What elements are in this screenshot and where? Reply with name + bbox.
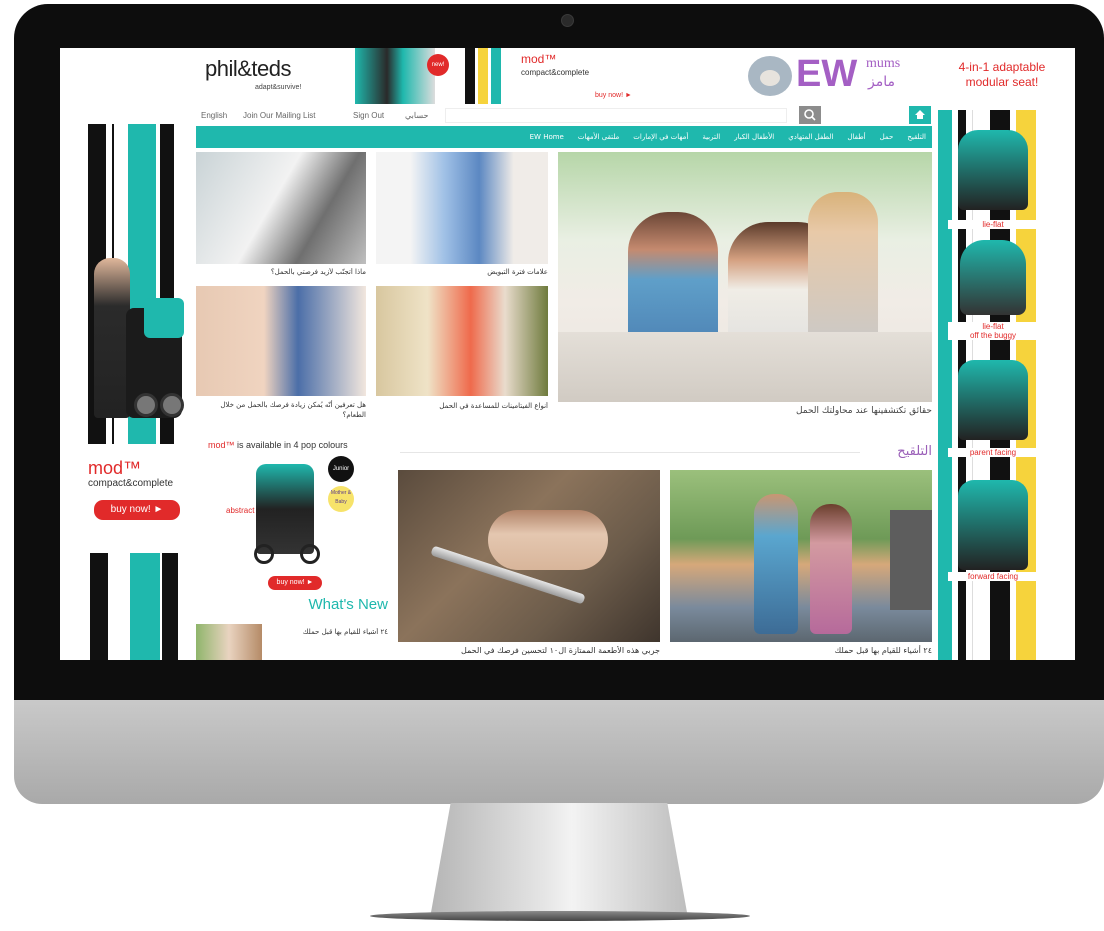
bbq-person-2 [810,504,852,634]
right-ad-label-1: lie-flat [948,220,1038,229]
menu-item[interactable]: التلقيح [907,133,926,141]
whats-new-title: What's New [308,596,388,613]
left-ad-sub: compact&complete [88,478,174,489]
mother-baby-badge: Mother & Baby [328,486,354,512]
article-image-2[interactable] [376,152,548,264]
header-ad-buy[interactable]: buy now! ► [595,92,632,99]
search-button[interactable] [799,106,821,124]
stroller-lie-flat [958,130,1028,210]
ew-mums-text: mums [866,56,901,71]
home-icon [915,110,925,119]
menu-item[interactable]: ملتقى الأمهات [578,133,619,141]
ew-logo-text: EW [796,53,858,95]
stroller-image [355,48,435,104]
new-badge: new! [427,54,449,76]
bottom-title-right[interactable]: ٢٤ أشياء للقيام بها قبل حملك [670,646,932,655]
whats-new-item[interactable]: ٢٤ أشياء للقيام بها قبل حملك [268,628,388,636]
menu-item[interactable]: التربية [702,133,720,141]
promo-wheel-1 [254,544,274,564]
ew-mums-logo[interactable]: EW mums مامز [748,48,938,104]
brand-tagline: adapt&survive! [255,84,302,91]
header-ad-banner[interactable]: phil&teds adapt&survive! new! mod™ compa… [195,48,650,104]
search-icon [804,109,816,121]
stroller-bassinet [960,240,1026,315]
mailing-list-link[interactable]: Join Our Mailing List [243,111,315,120]
right-side-ad[interactable]: lie-flat lie-flat off the buggy parent f… [938,110,1048,660]
feature-title[interactable]: حقائق تكتشفينها عند محاولتك الحمل [558,406,932,416]
section-divider [400,452,860,453]
menu-row: التلقيح حمل أطفال الطفل المتهادي الأطفال الك… [530,126,926,148]
right-ad-label-4: forward facing [948,572,1038,581]
monitor-chin [14,700,1104,804]
menu-item[interactable]: EW Home [530,133,564,141]
promo-mod: mod™ [208,440,235,450]
junior-badge: Junior [328,456,354,482]
promo-wheel-2 [300,544,320,564]
menu-item[interactable]: الطفل المتهادي [788,133,833,141]
promo-buy-button[interactable]: buy now! ► [268,576,322,590]
meat-image [488,510,608,570]
header-ad-sub: compact&complete [521,68,590,77]
feature-person-3 [808,192,878,352]
promo-pop: is available in 4 pop colours [234,440,348,450]
bottom-image-right[interactable] [670,470,932,642]
stroller-parent-facing [958,360,1028,440]
top-bar: English Join Our Mailing List Sign Out ح… [195,106,935,126]
whats-new-image[interactable] [196,624,262,660]
bottom-title-left[interactable]: جربي هذه الأطعمة الممتازة ال١٠ لتحسين فر… [398,646,660,655]
menu-item[interactable]: أطفال [847,133,865,141]
teddy-face [760,70,780,86]
header-ad-mod: mod™ [521,52,557,66]
monitor-foot [370,911,750,921]
promo-stroller [256,464,314,554]
section-title: التلقيح [897,444,932,459]
brand-logo[interactable]: phil&teds [205,56,292,82]
article-title-2[interactable]: علامات فترة التبويض [376,268,548,276]
menu-item[interactable]: أمهات في الإمارات [633,133,688,141]
promo-headline: mod™ is available in 4 pop colours [208,440,348,450]
ew-arabic-text: مامز [868,74,895,90]
bottom-image-left[interactable] [398,470,660,642]
account-link[interactable]: حسابي [405,111,428,120]
article-image-1[interactable] [196,152,366,264]
left-ad-mod: mod™ [88,458,142,478]
right-ad-label-3: parent facing [948,448,1038,457]
home-button[interactable] [909,106,931,124]
feature-sofa [558,332,932,402]
promo-box[interactable]: mod™ is available in 4 pop colours abstr… [196,434,392,594]
main-menu: التلقيح حمل أطفال الطفل المتهادي الأطفال الك… [196,126,932,148]
left-side-ad[interactable]: mod™ compact&complete buy now! ► [80,118,195,660]
signout-link[interactable]: Sign Out [353,111,384,120]
search-input[interactable] [445,108,787,123]
article-title-1[interactable]: ماذا أتجنّب لأزيد فرصتي بالحمل؟ [196,268,366,276]
screen: mod™ compact&complete buy now! ► phil&te… [60,48,1075,660]
article-title-3[interactable]: هل تعرفين أنّه يُمكن زيادة فرصك بالحمل م… [196,400,366,420]
english-link[interactable]: English [201,111,227,120]
menu-item[interactable]: حمل [880,133,894,141]
feature-image[interactable] [558,152,932,402]
article-title-4[interactable]: أنواع الفيتامينات للمساعدة في الحمل [376,402,548,410]
left-ad-buy-button[interactable]: buy now! ► [94,500,180,520]
promo-abstract: abstract [226,506,255,515]
menu-item[interactable]: الأطفال الكبار [734,133,774,141]
bbq-grill [890,510,932,610]
right-ad-label-2: lie-flat off the buggy [948,322,1038,340]
monitor-stand [430,803,688,918]
stroller-forward-facing [958,480,1028,570]
article-image-3[interactable] [196,286,366,396]
adaptable-text: 4-in-1 adaptable modular seat! [958,60,1046,89]
bbq-person-1 [754,494,798,634]
article-image-4[interactable] [376,286,548,396]
camera-icon [561,14,574,27]
